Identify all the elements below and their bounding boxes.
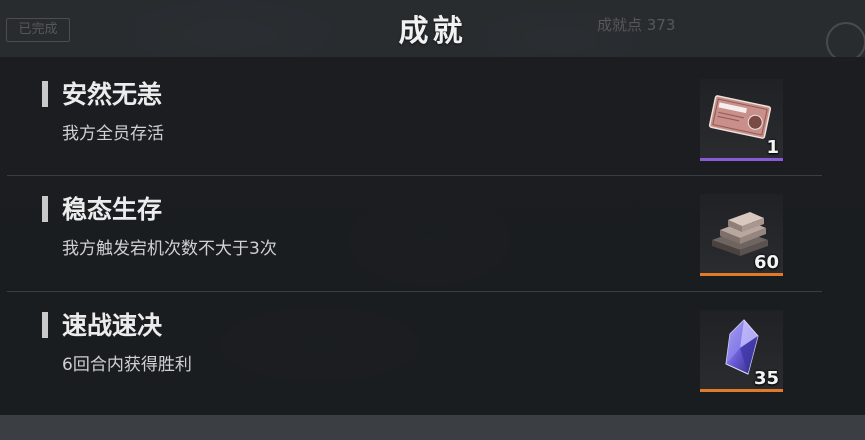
reward-item[interactable]: 35 xyxy=(700,310,783,392)
reward-item[interactable]: 60 xyxy=(700,194,783,276)
reward-quantity: 1 xyxy=(766,137,779,158)
row-accent-bar xyxy=(42,196,48,222)
achievement-row: 稳态生存 我方触发宕机次数不大于3次 60 xyxy=(0,176,865,292)
page-title: 成就 xyxy=(398,14,467,49)
rarity-bar xyxy=(700,273,783,276)
row-accent-bar xyxy=(42,312,48,338)
achievement-description: 6回合内获得胜利 xyxy=(62,355,192,375)
achievement-description: 我方触发宕机次数不大于3次 xyxy=(62,239,277,259)
achievement-points-background: 成就点 373 xyxy=(597,16,676,34)
reward-item[interactable]: 1 xyxy=(700,79,783,161)
background-circle-icon xyxy=(826,22,865,62)
bottom-strip xyxy=(0,415,865,440)
achievement-panel: 安然无恙 我方全员存活 1 稳态生存 我方触发宕机次数不大于3次 60 速战速决… xyxy=(0,57,865,415)
achievement-row: 安然无恙 我方全员存活 1 xyxy=(0,61,865,177)
rarity-bar xyxy=(700,158,783,161)
achievement-row: 速战速决 6回合内获得胜利 35 xyxy=(0,292,865,408)
achievement-title: 安然无恙 xyxy=(62,80,163,109)
achievement-description: 我方全员存活 xyxy=(62,124,164,144)
achievement-title: 稳态生存 xyxy=(62,195,163,224)
reward-quantity: 60 xyxy=(753,252,779,273)
header-bar: 已完成 成就 成就点 373 xyxy=(0,0,865,62)
row-accent-bar xyxy=(42,81,48,107)
reward-quantity: 35 xyxy=(753,368,779,389)
rarity-bar xyxy=(700,389,783,392)
achievement-title: 速战速决 xyxy=(62,311,163,340)
